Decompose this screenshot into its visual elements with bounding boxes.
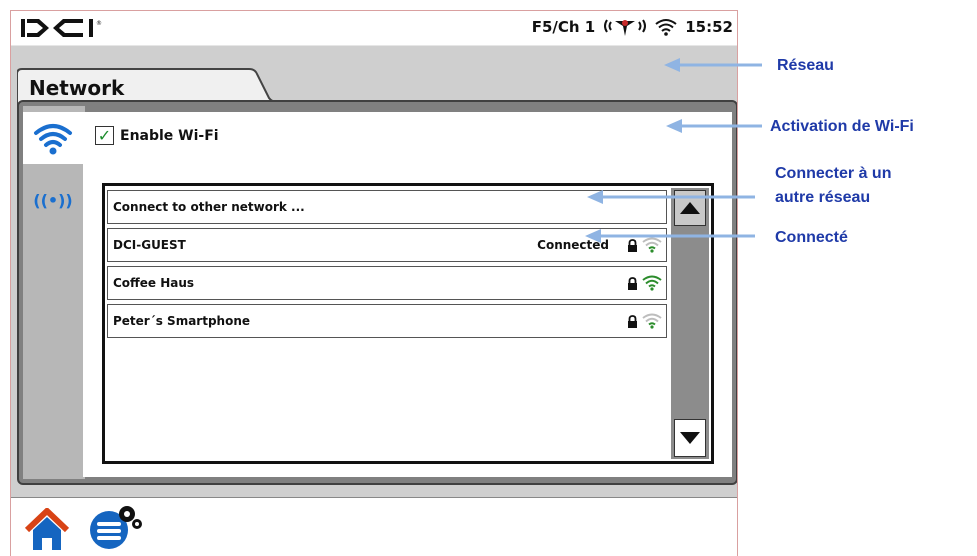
annotation-connect-other-line2: autre réseau: [775, 189, 871, 206]
annotation-connecte: Connecté: [775, 229, 848, 246]
annotation-activation-wifi: Activation de Wi-Fi: [770, 118, 914, 135]
annotation-reseau: Réseau: [777, 57, 834, 74]
annotation-arrows: [585, 58, 762, 243]
annotation-connect-other-line1: Connecter à un: [775, 165, 892, 182]
